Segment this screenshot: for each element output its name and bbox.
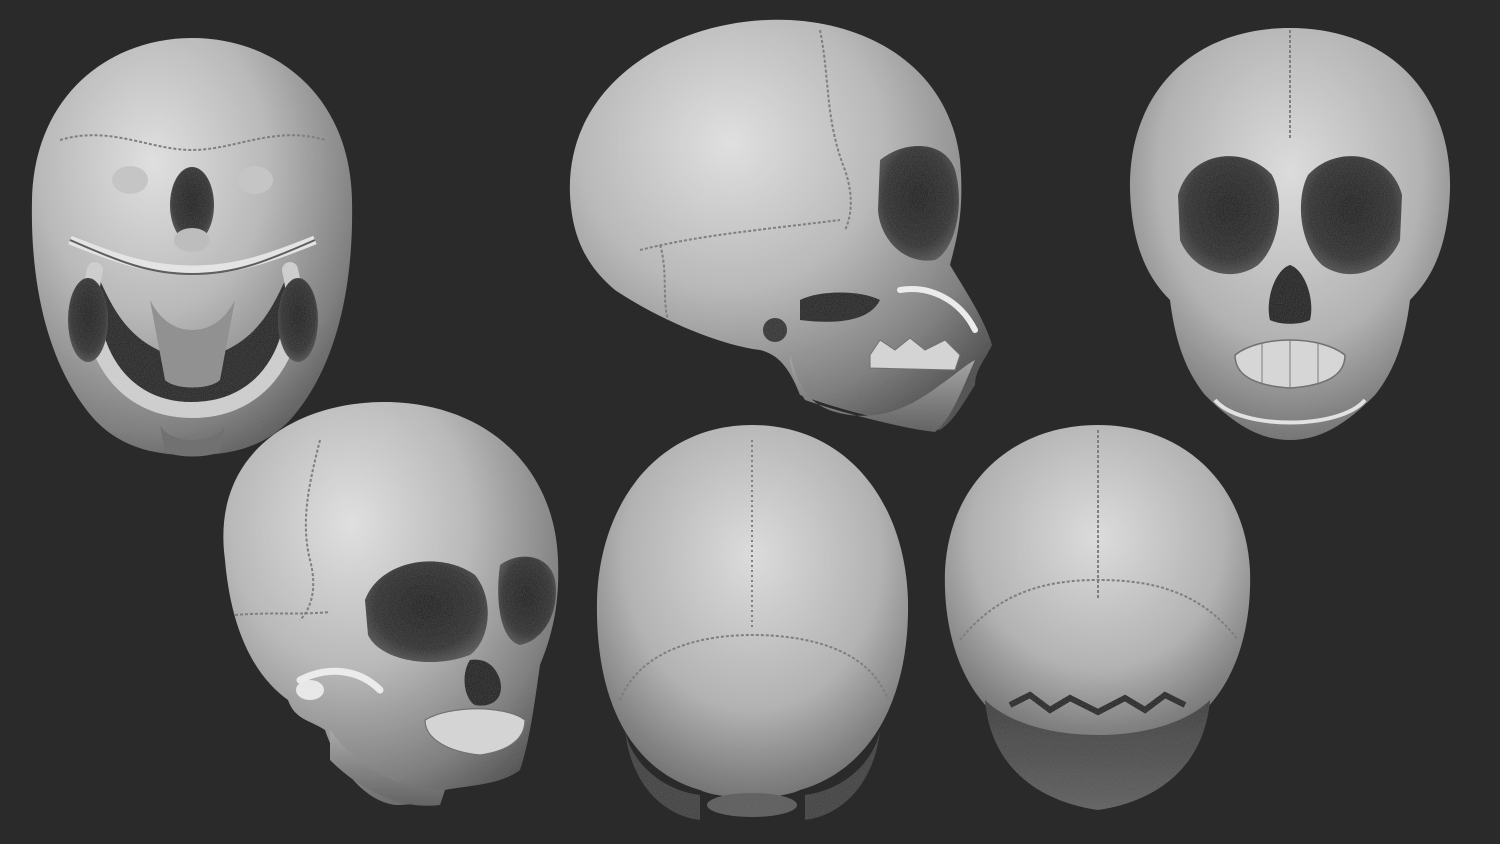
skull-posterior-view-icon bbox=[944, 425, 1251, 810]
skull-three-quarter-view-icon bbox=[223, 401, 559, 806]
skull-inferior-view-icon bbox=[31, 38, 353, 457]
skull-lateral-view-icon bbox=[569, 19, 992, 432]
skull-anterior-view-icon bbox=[1129, 28, 1451, 440]
skull-turnaround-sheet bbox=[0, 0, 1500, 844]
render-canvas bbox=[31, 19, 1451, 820]
skull-superior-view-icon bbox=[596, 425, 909, 820]
